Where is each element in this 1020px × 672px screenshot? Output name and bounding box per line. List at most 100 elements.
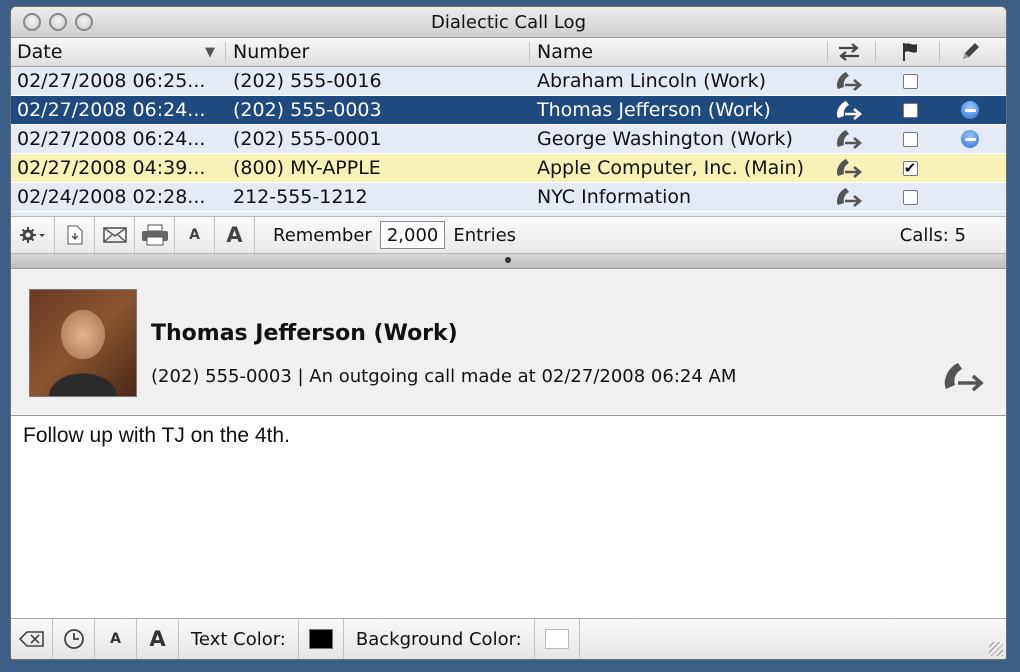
flag-cell: [895, 183, 925, 211]
document-export-icon: [67, 225, 82, 245]
decrease-font-button[interactable]: A: [175, 217, 215, 253]
outgoing-call-icon: [831, 67, 867, 95]
decrease-text-size-button[interactable]: A: [95, 619, 137, 659]
detail-contact-name: Thomas Jefferson (Work): [151, 321, 458, 346]
column-divider[interactable]: [939, 42, 940, 62]
call-date: 02/24/2008 02:28...: [17, 186, 206, 208]
note-indicator-icon[interactable]: [961, 130, 979, 148]
export-button[interactable]: [55, 217, 95, 253]
flag-checkbox[interactable]: [902, 73, 918, 89]
notes-area[interactable]: Follow up with TJ on the 4th.: [11, 416, 1006, 623]
column-divider[interactable]: [827, 42, 828, 62]
call-name: Abraham Lincoln (Work): [537, 70, 767, 92]
outgoing-call-icon: [831, 96, 867, 124]
note-indicator-icon[interactable]: [961, 101, 979, 119]
envelope-icon: [102, 227, 127, 243]
action-menu-button[interactable]: [11, 217, 55, 253]
call-name: George Washington (Work): [537, 128, 793, 150]
flag-checkbox[interactable]: [902, 131, 918, 147]
split-view-divider[interactable]: [11, 254, 1006, 269]
text-color-swatch[interactable]: [308, 629, 333, 649]
remember-group: Remember 2,000 Entries: [273, 221, 516, 249]
remember-entries-field[interactable]: 2,000: [379, 221, 446, 249]
gear-icon: [19, 227, 45, 243]
sort-descending-icon: ▼: [205, 44, 215, 60]
call-date: 02/27/2008 06:24...: [17, 99, 206, 121]
call-number: (800) MY-APPLE: [233, 157, 381, 179]
call-number: (202) 555-0016: [233, 70, 382, 92]
column-divider[interactable]: [225, 42, 226, 62]
flag-cell: [895, 96, 925, 124]
outgoing-call-icon: [940, 359, 988, 399]
divider-handle[interactable]: [505, 257, 511, 263]
call-date: 02/27/2008 06:24...: [17, 128, 206, 150]
entries-label: Entries: [453, 224, 517, 246]
flag-cell: [895, 67, 925, 95]
call-row[interactable]: 02/27/2008 06:24... (202) 555-0001 George …: [11, 125, 1006, 154]
column-header-note[interactable]: [953, 38, 987, 66]
resize-grip[interactable]: [989, 642, 1003, 656]
column-header-flag[interactable]: [895, 38, 925, 66]
email-button[interactable]: [95, 217, 135, 253]
format-bar: A A Text Color: Background Color:: [11, 618, 1006, 659]
column-header-date[interactable]: Date: [17, 38, 217, 66]
notes-text[interactable]: Follow up with TJ on the 4th.: [23, 424, 290, 448]
call-row[interactable]: 02/27/2008 06:24... (202) 555-0003 Thomas …: [11, 96, 1006, 125]
column-divider[interactable]: [875, 42, 876, 62]
flag-cell: ✔: [895, 154, 925, 182]
note-cell: [953, 96, 987, 124]
call-date: 02/27/2008 06:25...: [17, 70, 206, 92]
contact-photo: [29, 289, 137, 397]
note-cell: [953, 67, 987, 95]
note-cell: [953, 183, 987, 211]
call-list: 02/27/2008 06:25... (202) 555-0016 Abraham…: [11, 67, 1006, 212]
delete-backward-icon: [18, 631, 44, 647]
call-name: Apple Computer, Inc. (Main): [537, 157, 805, 179]
call-number: 212-555-1212: [233, 186, 368, 208]
background-color-swatch[interactable]: [544, 629, 569, 649]
clear-formatting-button[interactable]: [11, 619, 53, 659]
remember-label: Remember: [273, 224, 372, 246]
timestamp-button[interactable]: [53, 619, 95, 659]
increase-font-button[interactable]: A: [215, 217, 255, 253]
table-header: Date ▼ Number Name: [11, 38, 1006, 67]
background-color-well[interactable]: [535, 619, 580, 659]
detail-call-info: (202) 555-0003 | An outgoing call made a…: [151, 366, 737, 387]
list-toolbar: A A Remember 2,000 Entries Calls: 5: [11, 216, 1006, 254]
call-row[interactable]: 02/27/2008 04:39... (800) MY-APPLE Apple C…: [11, 154, 1006, 183]
outgoing-call-icon: [831, 154, 867, 182]
note-cell: [953, 125, 987, 153]
window-title: Dialectic Call Log: [430, 12, 586, 33]
flag-checkbox[interactable]: [902, 189, 918, 205]
increase-text-size-button[interactable]: A: [137, 619, 179, 659]
column-header-number[interactable]: Number: [233, 38, 533, 66]
call-name: Thomas Jefferson (Work): [537, 99, 771, 121]
call-log-window: Dialectic Call Log Date ▼ Number Name 02…: [10, 6, 1007, 660]
pencil-icon: [963, 43, 979, 59]
printer-icon: [141, 224, 168, 246]
note-cell: [953, 154, 987, 182]
call-name: NYC Information: [537, 186, 692, 208]
swap-arrows-icon: [839, 43, 859, 61]
text-color-label: Text Color:: [179, 619, 299, 659]
call-detail-panel: Thomas Jefferson (Work) (202) 555-0003 |…: [11, 269, 1006, 416]
column-header-name[interactable]: Name: [537, 38, 827, 66]
call-date: 02/27/2008 04:39...: [17, 157, 206, 179]
flag-checkbox[interactable]: [902, 102, 918, 118]
outgoing-call-icon: [831, 183, 867, 211]
flag-cell: [895, 125, 925, 153]
call-number: (202) 555-0001: [233, 128, 382, 150]
flag-checkbox[interactable]: ✔: [902, 160, 918, 176]
outgoing-call-icon: [831, 125, 867, 153]
column-header-direction[interactable]: [831, 38, 867, 66]
call-row[interactable]: 02/24/2008 02:28... 212-555-1212 NYC Infor…: [11, 183, 1006, 212]
call-number: (202) 555-0003: [233, 99, 382, 121]
flag-icon: [903, 43, 917, 61]
print-button[interactable]: [135, 217, 175, 253]
call-row[interactable]: 02/27/2008 06:25... (202) 555-0016 Abraham…: [11, 67, 1006, 96]
text-color-well[interactable]: [299, 619, 344, 659]
clock-icon: [63, 629, 84, 649]
column-divider[interactable]: [529, 42, 530, 62]
title-bar: Dialectic Call Log: [11, 7, 1006, 38]
background-color-label: Background Color:: [344, 619, 535, 659]
